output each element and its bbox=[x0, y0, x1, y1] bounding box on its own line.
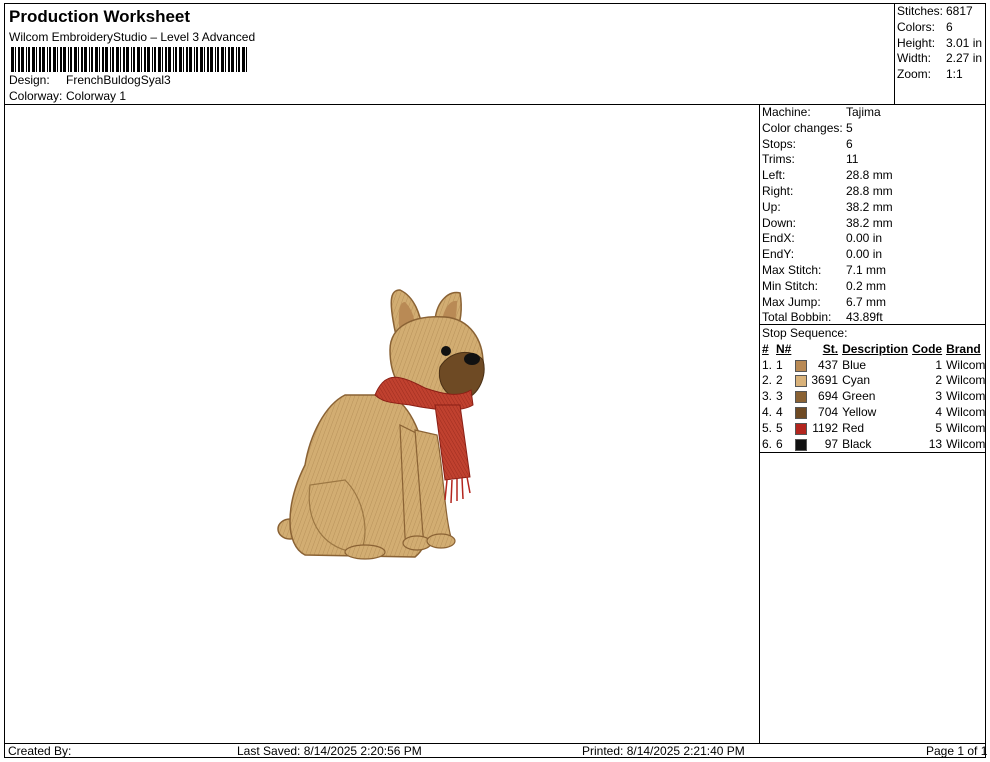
divider bbox=[4, 743, 986, 744]
stop-sequence-title: Stop Sequence: bbox=[762, 326, 848, 340]
info-row: Max Stitch: 7.1 mm bbox=[762, 262, 887, 277]
color-swatch bbox=[795, 359, 808, 372]
info-row: Down: 38.2 mm bbox=[762, 215, 893, 230]
divider bbox=[894, 3, 895, 104]
info-row: Up: 38.2 mm bbox=[762, 199, 893, 214]
table-row: 1. 1 437 Blue 1 Wilcom bbox=[762, 357, 986, 372]
info-row: EndX: 0.00 in bbox=[762, 231, 883, 246]
summary-row: Height: 3.01 in bbox=[897, 35, 983, 50]
colorway-value: Colorway 1 bbox=[66, 89, 127, 103]
table-row: 3. 3 694 Green 3 Wilcom bbox=[762, 389, 986, 404]
page-number: Page 1 of 1 bbox=[926, 744, 988, 758]
table-row: 5. 5 1192 Red 5 Wilcom bbox=[762, 420, 986, 435]
printed-date: Printed: 8/14/2025 2:21:40 PM bbox=[582, 744, 745, 758]
header: Production Worksheet Wilcom EmbroiderySt… bbox=[4, 3, 895, 104]
info-row: EndY: 0.00 in bbox=[762, 247, 883, 262]
summary-row: Width: 2.27 in bbox=[897, 51, 983, 66]
info-row: Color changes: 5 bbox=[762, 120, 853, 135]
software-subtitle: Wilcom EmbroideryStudio – Level 3 Advanc… bbox=[9, 30, 256, 44]
page-title: Production Worksheet bbox=[9, 7, 191, 26]
info-row: Trims: 11 bbox=[762, 152, 859, 167]
info-row: Min Stitch: 0.2 mm bbox=[762, 278, 887, 293]
table-row: 2. 2 3691 Cyan 2 Wilcom bbox=[762, 373, 986, 388]
colorway-label: Colorway: bbox=[9, 89, 63, 103]
colorway-row: Colorway: Colorway 1 bbox=[9, 89, 126, 103]
design-row: Design: FrenchBuldogSyal3 bbox=[9, 73, 171, 87]
summary-row: Stitches: 6817 bbox=[897, 4, 973, 18]
summary-row: Zoom: 1:1 bbox=[897, 67, 963, 82]
color-swatch bbox=[795, 438, 808, 451]
color-swatch bbox=[795, 422, 808, 435]
color-swatch bbox=[795, 391, 808, 404]
color-swatch bbox=[795, 375, 808, 388]
last-saved: Last Saved: 8/14/2025 2:20:56 PM bbox=[237, 744, 422, 758]
info-row: Left: 28.8 mm bbox=[762, 168, 893, 183]
created-by: Created By: bbox=[8, 744, 72, 758]
color-swatch bbox=[795, 406, 808, 419]
design-preview bbox=[5, 105, 759, 743]
divider bbox=[759, 452, 986, 453]
info-row: Max Jump: 6.7 mm bbox=[762, 294, 887, 309]
info-row: Stops: 6 bbox=[762, 136, 853, 151]
info-row: Right: 28.8 mm bbox=[762, 183, 893, 198]
barcode bbox=[11, 47, 247, 72]
design-value: FrenchBuldogSyal3 bbox=[66, 73, 171, 87]
table-header-row: # N# St. Description Code Brand bbox=[762, 341, 981, 356]
info-row: Total Bobbin: 43.89ft bbox=[762, 310, 883, 325]
design-label: Design: bbox=[9, 73, 50, 87]
french-bulldog-embroidery bbox=[277, 289, 485, 560]
table-row: 6. 6 97 Black 13 Wilcom bbox=[762, 436, 986, 451]
summary-row: Colors: 6 bbox=[897, 19, 953, 34]
info-row: Machine: Tajima bbox=[762, 105, 881, 119]
summary-panel: Stitches: 6817 Colors: 6 Height: 3.01 in Wi… bbox=[897, 4, 982, 83]
machine-info-panel: Machine: Tajima Color changes: 5 Stops: 6 Trim… bbox=[762, 105, 893, 326]
table-row: 4. 4 704 Yellow 4 Wilcom bbox=[762, 405, 986, 420]
stop-sequence-table: # N# St. Description Code Brand 1. 1 437 Bl… bbox=[760, 341, 987, 452]
